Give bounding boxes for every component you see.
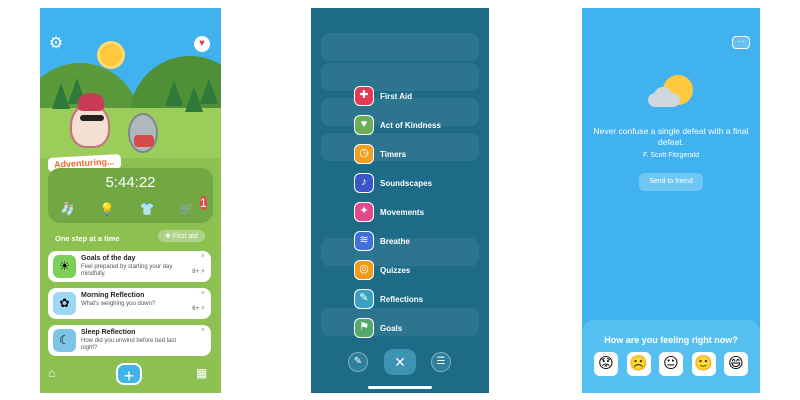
close-icon[interactable]: × (201, 327, 205, 334)
menu-item-movements[interactable]: ✦ Movements (354, 201, 424, 223)
menu-item-label: Timers (380, 149, 407, 159)
close-menu-button[interactable]: ✕ (384, 349, 416, 375)
menu-item-quizzes[interactable]: ◎ Quizzes (354, 259, 410, 281)
home-indicator (368, 386, 432, 389)
menu-item-label: Goals (380, 323, 403, 333)
timer-actions: 🧦 💡 👕 🛒 1 (48, 196, 213, 216)
timer-icon: ◷ (354, 144, 374, 164)
mood-sad-icon[interactable]: ☹️ (626, 352, 651, 376)
sun-icon: ☀ (53, 255, 76, 278)
calendar-icon[interactable]: ▦ (196, 366, 207, 380)
card-title: Morning Reflection (81, 292, 145, 299)
mood-worried-icon[interactable]: 😟 (594, 352, 618, 376)
menu-item-label: Soundscapes (380, 178, 433, 188)
goals-icon: ⚑ (354, 318, 374, 338)
hat-icon (78, 93, 104, 111)
cart-icon[interactable]: 🛒 1 (179, 196, 207, 216)
mood-faces: 😟 ☹️ 😐 🙂 😄 (594, 352, 748, 376)
card-points: 6+ ⚡ (192, 306, 205, 312)
menu-item-act-of-kindness[interactable]: ♥ Act of Kindness (354, 114, 441, 136)
flower-icon: ✿ (53, 292, 76, 315)
music-note-icon: ♪ (354, 173, 374, 193)
card-title: Sleep Reflection (81, 329, 136, 336)
card-desc: What's weighing you down? (81, 301, 156, 307)
pet-bird-avatar[interactable] (70, 93, 110, 148)
reflection-icon: ✎ (354, 289, 374, 309)
tree-icon (200, 78, 218, 104)
journal-icon[interactable]: ✎ (348, 352, 368, 372)
menu-item-label: First Aid (380, 91, 413, 101)
sun-icon (100, 44, 122, 66)
card-title: Goals of the day (81, 255, 136, 262)
section-title: One step at a time (55, 234, 120, 243)
mood-check-card: How are you feeling right now? 😟 ☹️ 😐 🙂 … (582, 320, 760, 393)
menu-item-label: Reflections (380, 294, 424, 304)
menu-item-goals[interactable]: ⚑ Goals (354, 317, 402, 339)
add-button[interactable]: + (116, 363, 142, 386)
card-desc: Feel prepared by starting your day mindf… (81, 264, 173, 278)
adventure-timer: 5:44:22 (105, 174, 156, 191)
menu-item-label: Movements (380, 207, 425, 217)
first-aid-label: First aid (172, 233, 198, 240)
more-options-button[interactable]: ··· (732, 36, 750, 49)
background-row (321, 33, 479, 61)
breathe-icon: ≋ (354, 231, 374, 251)
close-icon[interactable]: × (201, 253, 205, 260)
quote-author: F. Scott Fitzgerald (642, 152, 700, 159)
heart-icon[interactable]: ♥ (194, 36, 210, 52)
bottom-nav: ⌂ + ▦ (40, 360, 221, 393)
mood-happy-icon[interactable]: 🙂 (691, 352, 716, 376)
cart-count-badge: 1 (200, 196, 207, 210)
menu-item-label: Breathe (380, 236, 410, 246)
menu-item-soundscapes[interactable]: ♪ Soundscapes (354, 172, 432, 194)
first-aid-icon: ✚ (354, 86, 374, 106)
kindness-icon: ♥ (354, 115, 374, 135)
activity-card[interactable]: ✿ Morning Reflection What's weighing you… (48, 288, 211, 319)
mood-very-happy-icon[interactable]: 😄 (724, 352, 748, 376)
companion-bird-avatar[interactable] (128, 113, 158, 153)
quote-text: Never confuse a single defeat with a fin… (593, 126, 749, 148)
mood-neutral-icon[interactable]: 😐 (659, 352, 683, 376)
adventure-timer-card[interactable]: 5:44:22 🧦 💡 👕 🛒 1 (48, 168, 213, 223)
card-desc: How did you unwind before bed last night… (81, 338, 177, 352)
sunglasses-icon (80, 115, 104, 121)
tree-icon (165, 80, 183, 106)
map-icon[interactable]: ⌂ (48, 366, 55, 380)
add-menu-screen: ✚ First Aid ♥ Act of Kindness ◷ Timers ♪… (311, 8, 489, 393)
menu-item-first-aid[interactable]: ✚ First Aid (354, 85, 412, 107)
cloud-icon (648, 93, 680, 107)
sleep-face-icon: ☾ (53, 329, 76, 352)
shirt-icon (134, 135, 154, 147)
menu-item-timers[interactable]: ◷ Timers (354, 143, 406, 165)
send-to-friend-button[interactable]: Send to friend (639, 173, 703, 191)
menu-item-reflections[interactable]: ✎ Reflections (354, 288, 423, 310)
socks-icon[interactable]: 🧦 (60, 202, 75, 216)
quiz-icon: ◎ (354, 260, 374, 280)
checklist-icon[interactable]: ☰ (431, 352, 451, 372)
card-points: 8+ ⚡ (192, 269, 205, 275)
gear-icon[interactable]: ⚙ (48, 36, 64, 52)
menu-item-label: Quizzes (380, 265, 411, 275)
mood-question: How are you feeling right now? (604, 335, 738, 345)
shirt-icon[interactable]: 👕 (139, 202, 154, 216)
close-icon[interactable]: × (201, 290, 205, 297)
quote-screen: ··· Never confuse a single defeat with a… (582, 8, 760, 393)
bulb-icon[interactable]: 💡 (100, 202, 115, 216)
activity-card[interactable]: ☾ Sleep Reflection How did you unwind be… (48, 325, 211, 356)
activity-card[interactable]: ☀ Goals of the day Feel prepared by star… (48, 251, 211, 282)
movement-icon: ✦ (354, 202, 374, 222)
menu-item-breathe[interactable]: ≋ Breathe (354, 230, 410, 252)
home-screen: ⚙ ♥ Adventuring... 5:44:22 🧦 💡 👕 🛒 1 One … (40, 8, 221, 393)
first-aid-button[interactable]: ✚ First aid (158, 230, 205, 242)
menu-item-label: Act of Kindness (380, 120, 441, 130)
